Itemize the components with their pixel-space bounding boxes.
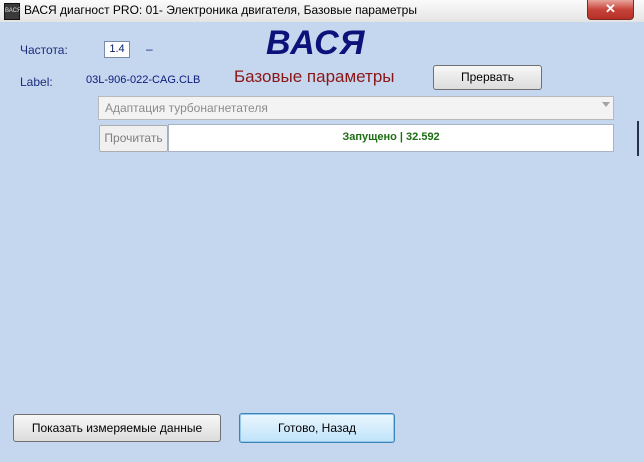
freq-value: 1.4 — [104, 41, 130, 58]
read-button[interactable]: Прочитать — [99, 125, 168, 152]
window-frame — [0, 22, 644, 462]
freq-label: Частота: — [20, 43, 68, 57]
close-button[interactable]: ✕ — [587, 0, 634, 20]
edge-marker — [637, 121, 639, 156]
status-field: Запущено | 32.592 — [168, 124, 614, 152]
done-back-button[interactable]: Готово, Назад — [239, 413, 395, 443]
title-bar: ВАСЯ ВАСЯ диагност PRO: 01- Электроника … — [0, 0, 644, 23]
function-select[interactable]: Адаптация турбонагнетателя — [98, 96, 614, 120]
chevron-down-icon[interactable] — [602, 102, 610, 107]
window-title: ВАСЯ диагност PRO: 01- Электроника двига… — [24, 3, 417, 17]
label-caption: Label: — [20, 75, 53, 89]
freq-dash: – — [146, 42, 153, 56]
app-icon: ВАСЯ — [4, 3, 21, 20]
label-file-value: 03L-906-022-CAG.CLB — [86, 74, 201, 86]
stop-button[interactable]: Прервать — [433, 65, 542, 90]
function-select-value: Адаптация турбонагнетателя — [105, 101, 268, 115]
app-logo: ВАСЯ — [266, 24, 366, 62]
show-measured-data-button[interactable]: Показать измеряемые данные — [13, 414, 221, 442]
status-text: Запущено | 32.592 — [342, 131, 440, 143]
mode-title: Базовые параметры — [234, 67, 395, 86]
